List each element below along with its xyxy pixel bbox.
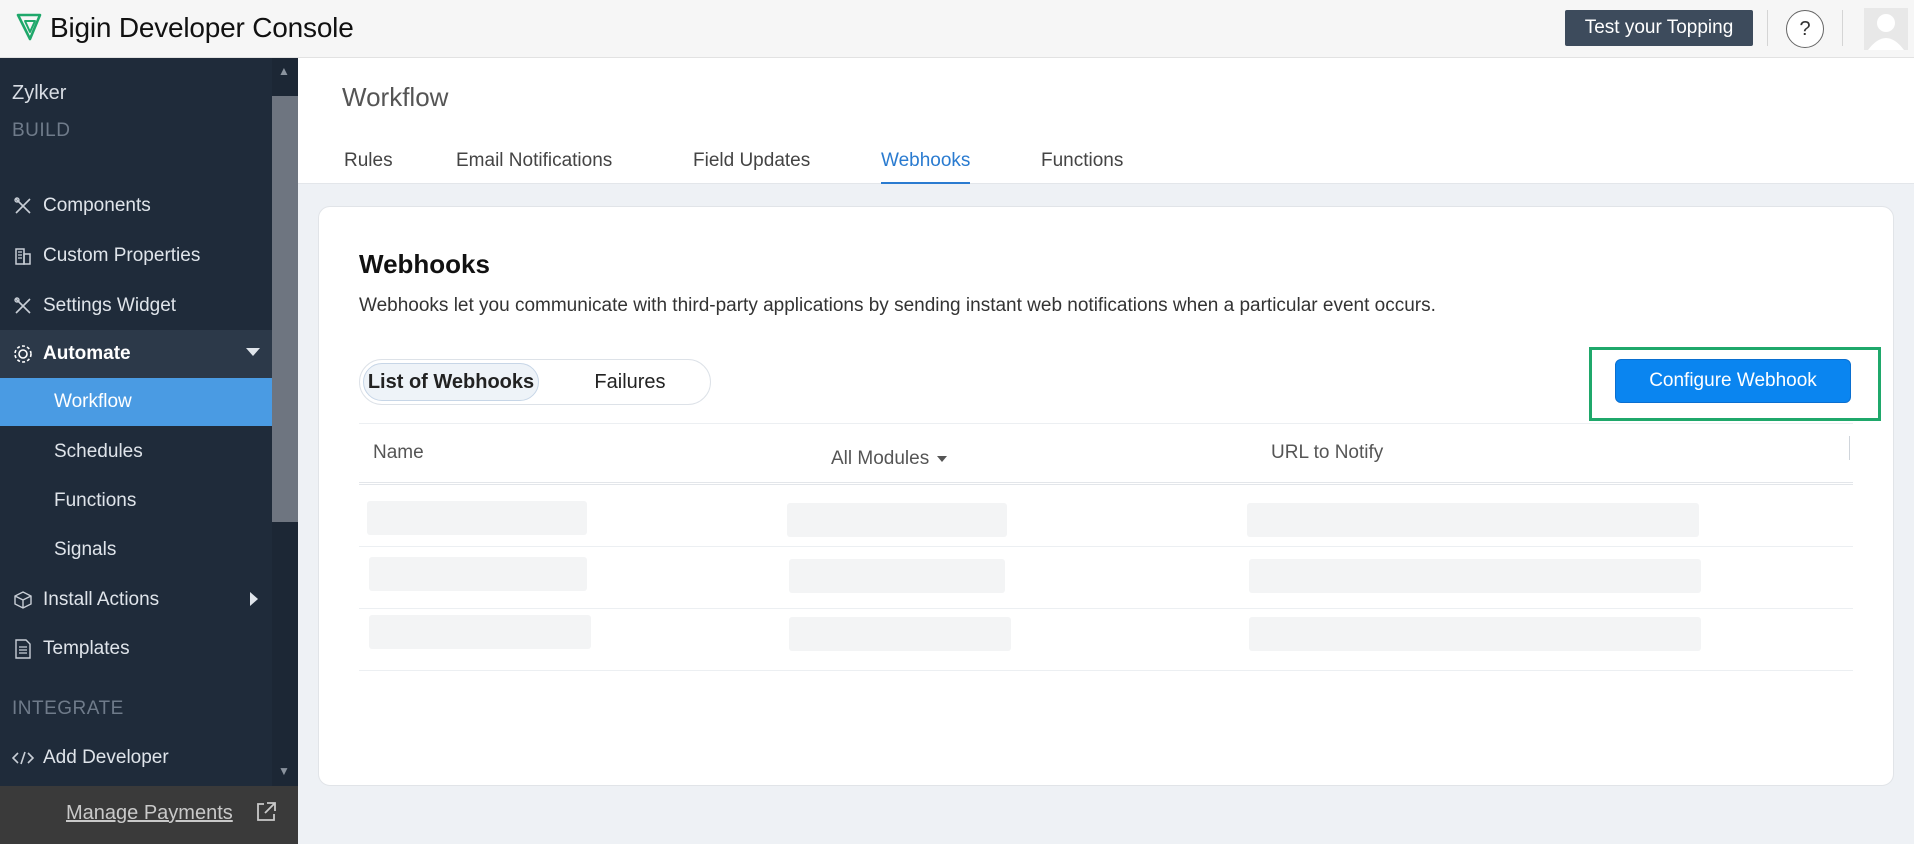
help-button[interactable]: ? — [1786, 10, 1824, 48]
skeleton-cell — [1249, 617, 1701, 651]
tab-functions[interactable]: Functions — [1041, 150, 1123, 182]
code-icon — [12, 747, 34, 769]
section-integrate: INTEGRATE — [12, 698, 124, 719]
sidebar-item-templates[interactable]: Templates — [0, 625, 272, 673]
sidebar-item-settings-widget[interactable]: Settings Widget — [0, 282, 272, 330]
document-icon — [12, 638, 34, 660]
sidebar-item-workflow[interactable]: Workflow — [0, 378, 272, 426]
col-modules-filter[interactable]: All Modules — [831, 448, 948, 470]
sidebar-item-label: Install Actions — [43, 589, 160, 610]
sidebar-item-label: Components — [43, 195, 151, 216]
sidebar-item-functions[interactable]: Functions — [0, 477, 272, 525]
sidebar-item-label: Signals — [54, 539, 117, 560]
gear-icon — [12, 343, 34, 365]
test-topping-button[interactable]: Test your Topping — [1565, 10, 1753, 46]
sidebar-item-label: Workflow — [54, 391, 132, 412]
sidebar-item-schedules[interactable]: Schedules — [0, 428, 272, 476]
box-icon — [12, 589, 34, 611]
app-title: Bigin Developer Console — [50, 12, 354, 43]
col-modules-label: All Modules — [831, 448, 930, 469]
tab-rules[interactable]: Rules — [344, 150, 393, 182]
view-toggle: List of Webhooks Failures — [359, 359, 711, 405]
sidebar-scrollbar[interactable]: ▲ ▼ — [272, 58, 298, 786]
caret-down-icon — [246, 348, 260, 356]
sidebar-item-label: Schedules — [54, 441, 143, 462]
sidebar-item-automate[interactable]: Automate — [0, 330, 272, 378]
tools-icon — [12, 295, 34, 317]
caret-down-icon — [937, 455, 948, 462]
skeleton-cell — [369, 557, 587, 591]
tab-email-notifications[interactable]: Email Notifications — [456, 150, 612, 182]
configure-webhook-button[interactable]: Configure Webhook — [1615, 359, 1851, 403]
sidebar-item-label: Automate — [43, 343, 131, 364]
column-divider — [1849, 436, 1850, 460]
sidebar-item-custom-properties[interactable]: Custom Properties — [0, 232, 272, 280]
building-icon — [12, 245, 34, 267]
col-url: URL to Notify — [1271, 442, 1384, 463]
table-row — [359, 609, 1853, 671]
sidebar-item-label: Add Developer — [43, 747, 169, 768]
skeleton-cell — [1249, 559, 1701, 593]
table-row — [359, 485, 1853, 547]
card-description: Webhooks let you communicate with third-… — [359, 295, 1436, 316]
col-name: Name — [373, 442, 424, 463]
sidebar-item-label: Settings Widget — [43, 295, 177, 316]
external-link-icon[interactable] — [254, 800, 278, 824]
app-header: Bigin Developer Console Test your Toppin… — [0, 0, 1914, 58]
avatar[interactable] — [1864, 8, 1908, 50]
skeleton-cell — [1247, 503, 1699, 537]
tools-icon — [12, 195, 34, 217]
table-row — [359, 547, 1853, 609]
sidebar-item-label: Templates — [43, 638, 130, 659]
scroll-up-icon[interactable]: ▲ — [278, 64, 290, 78]
sidebar-item-install-actions[interactable]: Install Actions — [0, 576, 272, 624]
main-content: Workflow Rules Email Notifications Field… — [298, 58, 1914, 844]
sidebar: Zylker BUILD Components Custom Propertie… — [0, 58, 298, 844]
section-build: BUILD — [12, 120, 71, 141]
bigin-logo-icon — [16, 13, 42, 41]
tab-field-updates[interactable]: Field Updates — [693, 150, 810, 182]
scrollbar-thumb[interactable] — [272, 96, 298, 522]
sidebar-footer: Manage Payments — [0, 786, 298, 844]
manage-payments-link[interactable]: Manage Payments — [66, 802, 233, 825]
skeleton-cell — [789, 559, 1005, 593]
scroll-down-icon[interactable]: ▼ — [278, 764, 290, 778]
sidebar-item-components[interactable]: Components — [0, 182, 272, 230]
header-divider — [1842, 10, 1843, 46]
table-header: Name All Modules URL to Notify — [359, 423, 1853, 485]
sidebar-item-add-developer[interactable]: Add Developer — [0, 734, 272, 782]
skeleton-cell — [789, 617, 1011, 651]
header-divider — [1767, 10, 1768, 46]
sidebar-item-label: Custom Properties — [43, 245, 201, 266]
workflow-topbar: Workflow Rules Email Notifications Field… — [298, 58, 1914, 184]
user-avatar-icon — [1868, 14, 1904, 50]
card-title: Webhooks — [359, 249, 490, 279]
sidebar-item-signals[interactable]: Signals — [0, 526, 272, 574]
skeleton-cell — [787, 503, 1007, 537]
toggle-list-of-webhooks[interactable]: List of Webhooks — [363, 363, 539, 401]
skeleton-cell — [367, 501, 587, 535]
webhooks-card: Webhooks Webhooks let you communicate wi… — [318, 206, 1894, 786]
page-title: Workflow — [342, 82, 449, 112]
toggle-failures[interactable]: Failures — [560, 363, 700, 401]
sidebar-item-label: Functions — [54, 490, 137, 511]
workspace-name[interactable]: Zylker — [12, 82, 66, 105]
tab-webhooks[interactable]: Webhooks — [881, 150, 971, 184]
caret-right-icon — [250, 592, 258, 606]
skeleton-cell — [369, 615, 591, 649]
